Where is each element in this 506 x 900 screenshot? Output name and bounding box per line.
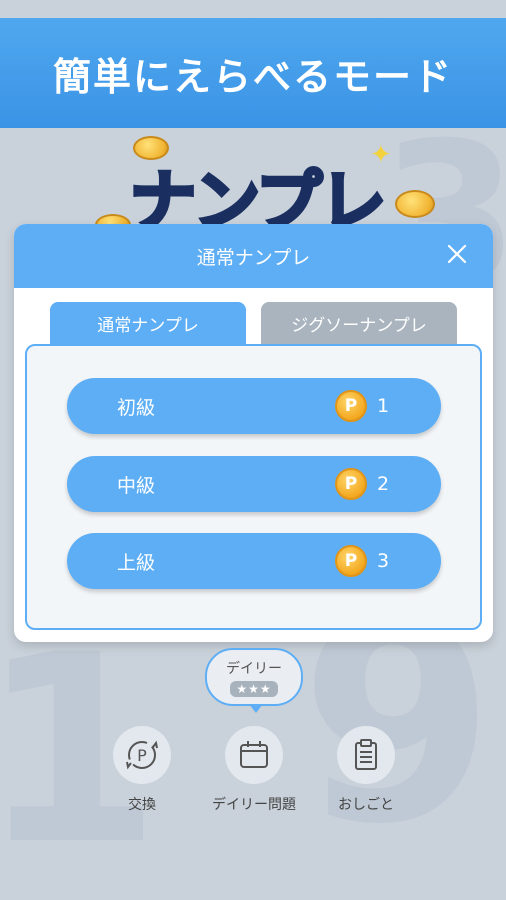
tab-normal[interactable]: 通常ナンプレ xyxy=(50,302,246,344)
coin-icon: P xyxy=(335,545,367,577)
level-button-intermediate[interactable]: 中級 P 2 xyxy=(67,456,441,512)
coin-icon: P xyxy=(335,468,367,500)
banner-title: 簡単にえらべるモード xyxy=(52,54,453,99)
exchange-icon: P xyxy=(113,726,171,784)
mode-tabs: 通常ナンプレ ジグソーナンプレ xyxy=(50,302,458,344)
mode-select-dialog: 通常ナンプレ 通常ナンプレ ジグソーナンプレ 初級 P 1 中級 P 2 上級 xyxy=(14,224,493,642)
svg-text:P: P xyxy=(137,746,147,765)
coin-icon: P xyxy=(335,390,367,422)
level-cost: 2 xyxy=(377,473,390,495)
level-label: 初級 xyxy=(117,396,156,419)
nav-daily-problem[interactable]: デイリー問題 xyxy=(199,726,309,814)
dialog-title: 通常ナンプレ xyxy=(196,246,311,269)
nav-exchange[interactable]: P 交換 xyxy=(87,726,197,814)
level-button-advanced[interactable]: 上級 P 3 xyxy=(67,533,441,589)
coin-icon xyxy=(395,190,435,218)
daily-bubble-label: デイリー xyxy=(226,660,282,677)
star-rating: ★★★ xyxy=(230,680,278,697)
level-button-beginner[interactable]: 初級 P 1 xyxy=(67,378,441,434)
level-label: 中級 xyxy=(117,474,156,497)
nav-label: おしごと xyxy=(338,797,394,813)
close-icon[interactable] xyxy=(443,242,471,270)
level-label: 上級 xyxy=(117,551,156,574)
nav-label: デイリー問題 xyxy=(212,797,296,813)
level-cost: 3 xyxy=(377,550,390,572)
app-logo: ✦ ナンプレ xyxy=(0,128,506,242)
level-panel: 初級 P 1 中級 P 2 上級 P 3 xyxy=(25,344,482,630)
close-icon-svg xyxy=(447,244,467,264)
tab-label: ジグソーナンプレ xyxy=(291,315,427,336)
clipboard-icon xyxy=(337,726,395,784)
tab-label: 通常ナンプレ xyxy=(97,315,199,336)
nav-tasks[interactable]: おしごと xyxy=(311,726,421,814)
daily-bubble[interactable]: デイリー ★★★ xyxy=(205,648,303,713)
calendar-icon xyxy=(225,726,283,784)
top-banner: 簡単にえらべるモード xyxy=(0,18,506,128)
dialog-header: 通常ナンプレ xyxy=(14,224,493,288)
nav-label: 交換 xyxy=(128,797,156,813)
level-cost: 1 xyxy=(377,395,390,417)
tab-jigsaw[interactable]: ジグソーナンプレ xyxy=(261,302,457,344)
